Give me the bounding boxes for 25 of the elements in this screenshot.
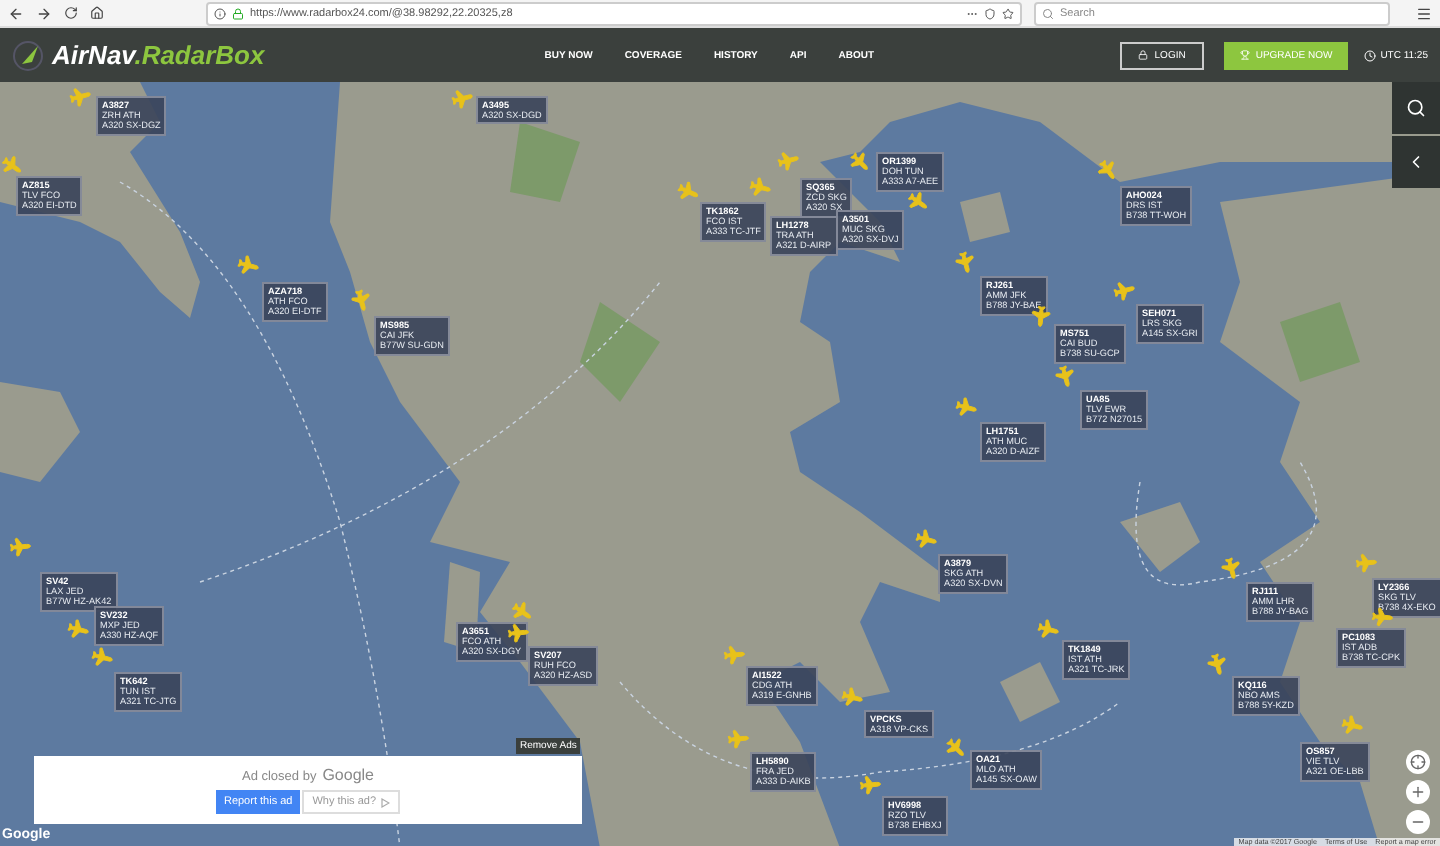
plane-icon[interactable] [848, 150, 870, 172]
star-icon[interactable] [1002, 7, 1014, 19]
search-icon [1406, 98, 1426, 118]
search-button[interactable] [1392, 82, 1440, 134]
menu-icon[interactable] [1416, 5, 1432, 21]
lock-icon [232, 7, 244, 19]
play-icon [380, 797, 391, 807]
shield-icon[interactable] [984, 7, 996, 19]
brand-name: AirNav.RadarBox [52, 40, 265, 70]
search-icon [1042, 7, 1054, 19]
back-icon[interactable] [8, 5, 24, 21]
plane-icon[interactable] [1094, 156, 1120, 182]
clock-icon [1364, 49, 1377, 61]
radar-logo-icon [12, 39, 44, 71]
trophy-icon [1239, 50, 1250, 60]
lock-icon [1138, 50, 1149, 60]
crosshair-icon [1410, 754, 1426, 770]
info-icon [214, 7, 226, 19]
ad-brand-text: Google [322, 766, 374, 784]
plane-icon[interactable] [904, 188, 930, 214]
forward-icon[interactable] [36, 5, 52, 21]
plus-icon [1410, 784, 1426, 800]
plane-icon[interactable] [944, 736, 966, 758]
home-icon[interactable] [90, 6, 104, 20]
reload-icon[interactable] [64, 6, 78, 20]
